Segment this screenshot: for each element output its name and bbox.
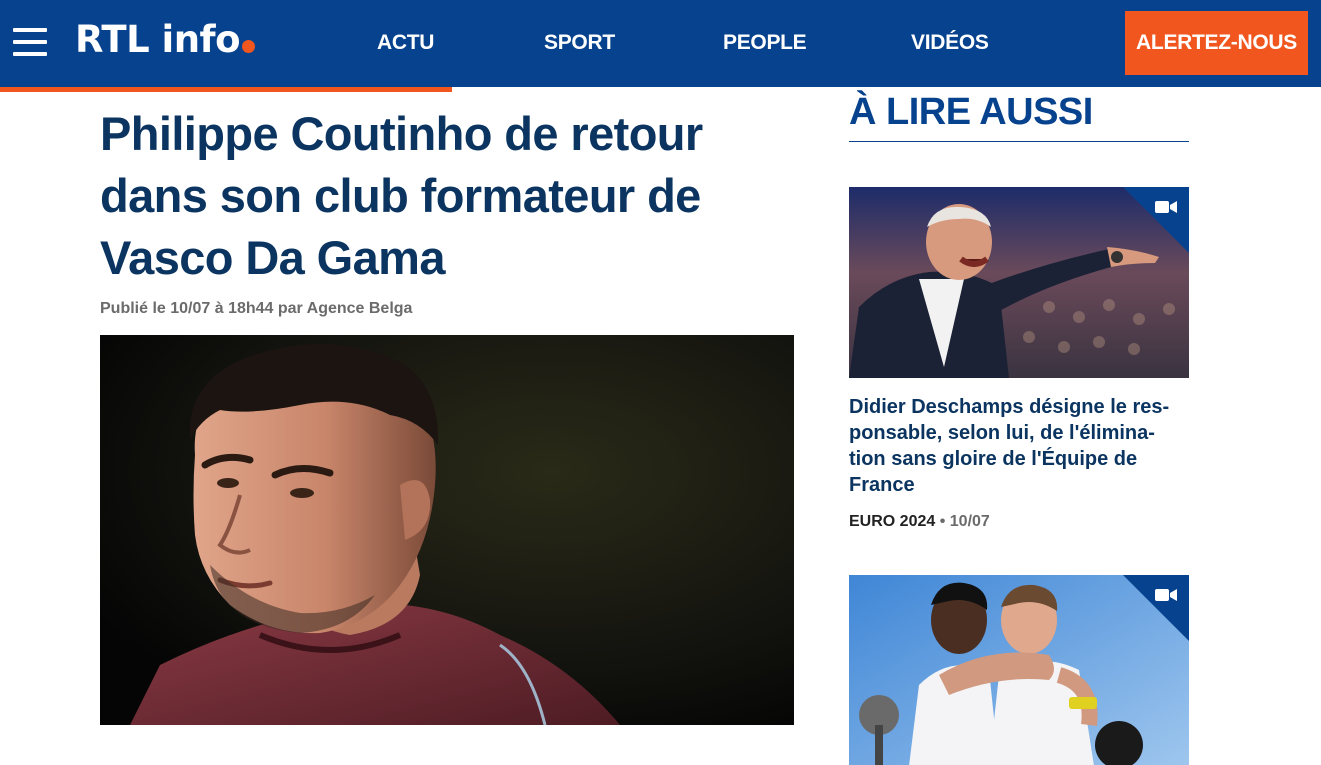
- site-logo[interactable]: RTL info: [75, 18, 256, 62]
- site-header: RTL info ACTU SPORT PEOPLE VIDÉOS ALERTE…: [0, 0, 1321, 87]
- meta-separator: •: [939, 513, 946, 530]
- logo-dot: [242, 40, 256, 53]
- article-title: Philippe Coutinho de retour dans son clu…: [100, 107, 703, 284]
- video-camera-icon: [1155, 589, 1177, 601]
- logo-text: RTL info: [75, 18, 241, 61]
- article-byline: Publié le 10/07 à 18h44 par Agence Belga: [100, 300, 413, 317]
- sidebar-heading: À LIRE AUSSI: [849, 91, 1093, 133]
- player-portrait-illustration: [100, 335, 794, 725]
- menu-icon[interactable]: [13, 28, 47, 56]
- related-article-meta: EURO 2024 • 10/07: [849, 511, 990, 533]
- related-article-image[interactable]: [849, 187, 1189, 378]
- related-article-title[interactable]: Didier Deschamps désigne le res- ponsabl…: [849, 394, 1194, 498]
- nav-item-people[interactable]: PEOPLE: [723, 30, 807, 56]
- article-date: 10/07: [949, 513, 990, 530]
- nav-item-actu[interactable]: ACTU: [377, 30, 434, 56]
- article-hero-image: [100, 335, 794, 725]
- reading-progress-bar: [0, 87, 452, 92]
- video-badge: [1123, 575, 1189, 641]
- nav-item-sport[interactable]: SPORT: [544, 30, 615, 56]
- nav-item-videos[interactable]: VIDÉOS: [911, 30, 989, 56]
- video-badge: [1123, 187, 1189, 253]
- sidebar-divider: [849, 141, 1189, 142]
- alert-us-button[interactable]: ALERTEZ-NOUS: [1125, 11, 1308, 75]
- related-article-image[interactable]: [849, 575, 1189, 765]
- video-camera-icon: [1155, 201, 1177, 213]
- article-category[interactable]: EURO 2024: [849, 513, 935, 530]
